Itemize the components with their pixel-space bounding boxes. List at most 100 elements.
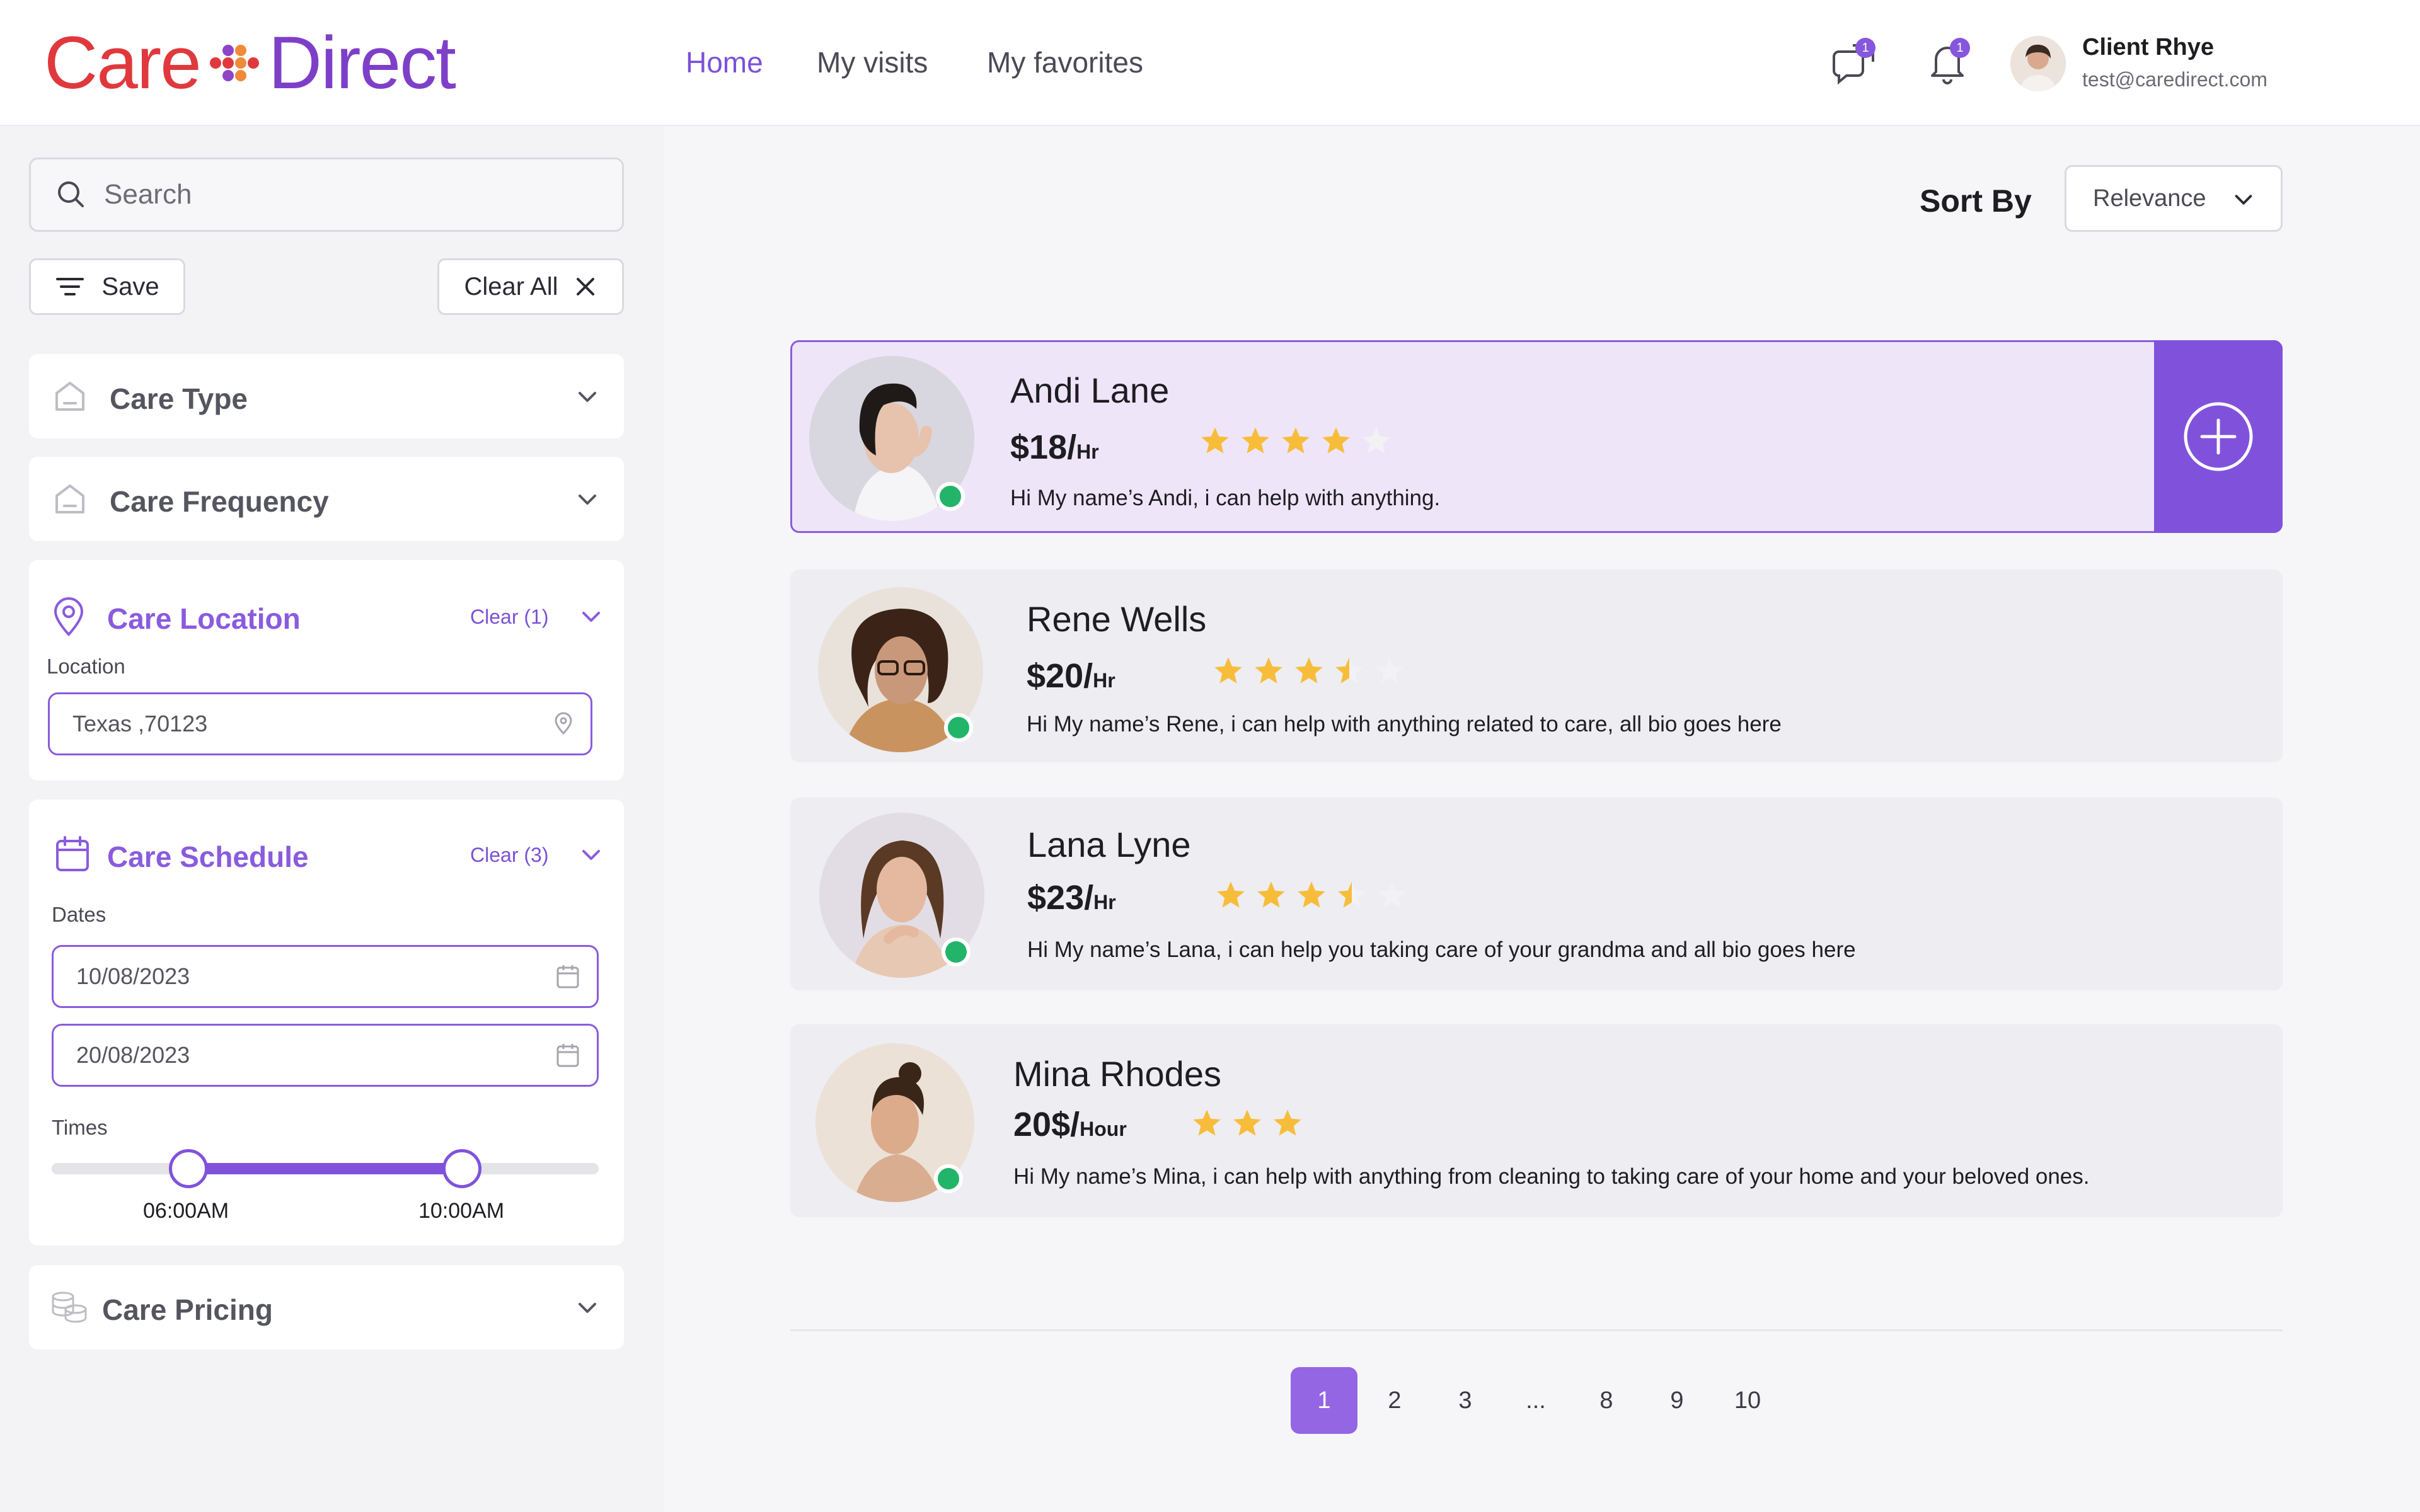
rating-stars [1215, 879, 1408, 910]
times-label: Times [52, 1116, 108, 1139]
page-button-2[interactable]: 2 [1361, 1367, 1428, 1434]
page-button-3[interactable]: 3 [1432, 1367, 1499, 1434]
search-input[interactable]: Search [29, 158, 624, 232]
caregiver-bio: Hi My name’s Lana, i can help you taking… [1027, 937, 1856, 962]
chevron-down-icon[interactable] [577, 841, 605, 869]
chevron-down-icon [2235, 195, 2252, 205]
notifications-button[interactable]: 1 [1921, 37, 1974, 89]
location-pin-icon [54, 597, 84, 636]
care-type-panel[interactable]: Care Type [29, 354, 624, 438]
clear-all-button[interactable]: Clear All [437, 258, 624, 315]
page-button-1[interactable]: 1 [1291, 1367, 1357, 1434]
care-schedule-clear-link[interactable]: Clear (3) [470, 844, 548, 867]
star-icon [1274, 1109, 1301, 1136]
star-icon [1338, 881, 1366, 908]
star-icon [1335, 657, 1363, 684]
date-to-value: 20/08/2023 [76, 1042, 190, 1068]
calendar-icon [556, 965, 579, 988]
star-icon [1201, 427, 1229, 454]
page-button-8[interactable]: 8 [1573, 1367, 1640, 1434]
notifications-badge: 1 [1950, 38, 1970, 58]
slider-thumb-start[interactable] [169, 1149, 208, 1188]
price-unit: Hour [1080, 1118, 1127, 1140]
caregiver-card[interactable]: Mina Rhodes 20$/Hour Hi My name’s Mina, … [790, 1024, 2283, 1217]
caregiver-card[interactable]: Andi Lane $18/Hr Hi My name’s Andi, i ca… [790, 340, 2283, 533]
price-unit: Hr [1093, 891, 1116, 914]
caregiver-bio: Hi My name’s Andi, i can help with anyth… [1010, 486, 1441, 510]
price-amount: $18/ [1010, 428, 1077, 466]
star-icon [1282, 427, 1310, 454]
home-icon [55, 382, 84, 411]
location-value: Texas ,70123 [72, 711, 208, 736]
user-email: test@caredirect.com [2082, 68, 2267, 91]
slider-fill [188, 1163, 462, 1174]
logo-text-care: Care [44, 21, 202, 105]
page-ellipsis: ... [1526, 1387, 1546, 1414]
caregiver-card[interactable]: Lana Lyne $23/Hr Hi My name’s Lana, i ca… [790, 798, 2283, 990]
user-avatar[interactable] [2010, 36, 2066, 91]
star-icon [1214, 657, 1242, 684]
online-status-dot [936, 482, 965, 511]
plus-circle-icon [2184, 402, 2253, 471]
page-button-9[interactable]: 9 [1644, 1367, 1710, 1434]
caregiver-bio: Hi My name’s Mina, i can help with anyth… [1013, 1164, 2090, 1189]
logo-dots-icon [209, 45, 259, 81]
star-icon [1233, 1109, 1261, 1136]
care-location-clear-link[interactable]: Clear (1) [470, 605, 548, 629]
rating-stars [1191, 1108, 1303, 1138]
nav-my-favorites[interactable]: My favorites [987, 45, 1143, 79]
care-pricing-title: Care Pricing [102, 1293, 273, 1326]
star-icon [1322, 427, 1350, 454]
caregiver-name: Rene Wells [1027, 599, 1207, 639]
nav-my-visits[interactable]: My visits [817, 45, 928, 79]
care-frequency-panel[interactable]: Care Frequency [29, 457, 624, 541]
caredirect-logo[interactable]: Care Direct [44, 19, 456, 107]
pagination-divider [790, 1329, 2283, 1331]
date-to-input[interactable]: 20/08/2023 [52, 1024, 599, 1087]
messages-button[interactable]: 1 [1826, 37, 1879, 89]
page-button-10[interactable]: 10 [1714, 1367, 1781, 1434]
time-from-label: 06:00AM [143, 1199, 229, 1223]
logo-text-direct: Direct [268, 21, 456, 105]
care-schedule-panel: Care Schedule Clear (3) Dates 10/08/2023… [29, 799, 624, 1246]
time-range-slider[interactable] [52, 1143, 599, 1194]
date-from-input[interactable]: 10/08/2023 [52, 945, 599, 1008]
location-label: Location [47, 655, 125, 678]
caregiver-name: Lana Lyne [1027, 825, 1191, 864]
date-from-value: 10/08/2023 [76, 963, 190, 989]
home-icon [55, 484, 84, 513]
messages-badge: 1 [1855, 38, 1876, 58]
add-caregiver-button[interactable] [2154, 340, 2283, 533]
dates-label: Dates [52, 903, 107, 926]
caregiver-card[interactable]: Rene Wells $20/Hr Hi My name’s Rene, i c… [790, 570, 2283, 762]
rating-stars [1213, 655, 1405, 685]
chevron-down-icon[interactable] [577, 603, 605, 631]
save-button[interactable]: Save [29, 258, 185, 315]
rating-stars [1199, 425, 1392, 455]
caregiver-name: Andi Lane [1010, 370, 1170, 410]
star-icon [1295, 657, 1323, 684]
care-pricing-panel[interactable]: Care Pricing [29, 1265, 624, 1349]
care-schedule-title: Care Schedule [107, 840, 309, 873]
chevron-down-icon [579, 495, 596, 505]
price-amount: 20$/ [1013, 1106, 1080, 1143]
close-icon [577, 278, 595, 295]
care-type-title: Care Type [110, 382, 248, 415]
location-input[interactable]: Texas ,70123 [48, 692, 592, 755]
star-icon [1255, 657, 1282, 684]
avatar-portrait [2010, 36, 2066, 91]
calendar-icon [56, 836, 89, 871]
price-unit: Hr [1093, 669, 1115, 692]
slider-thumb-end[interactable] [442, 1149, 481, 1188]
online-status-dot [934, 1164, 963, 1193]
caregiver-price: $20/Hr [1027, 656, 1115, 696]
nav-home[interactable]: Home [686, 45, 763, 79]
sort-value: Relevance [2093, 185, 2206, 212]
sort-by-label: Sort By [1920, 183, 2032, 219]
filter-lines-icon [56, 278, 84, 295]
star-icon [1298, 881, 1325, 908]
caregiver-price: $18/Hr [1010, 428, 1099, 467]
sort-select[interactable]: Relevance [2065, 165, 2283, 232]
calendar-icon [556, 1044, 579, 1067]
online-status-dot [944, 713, 973, 742]
